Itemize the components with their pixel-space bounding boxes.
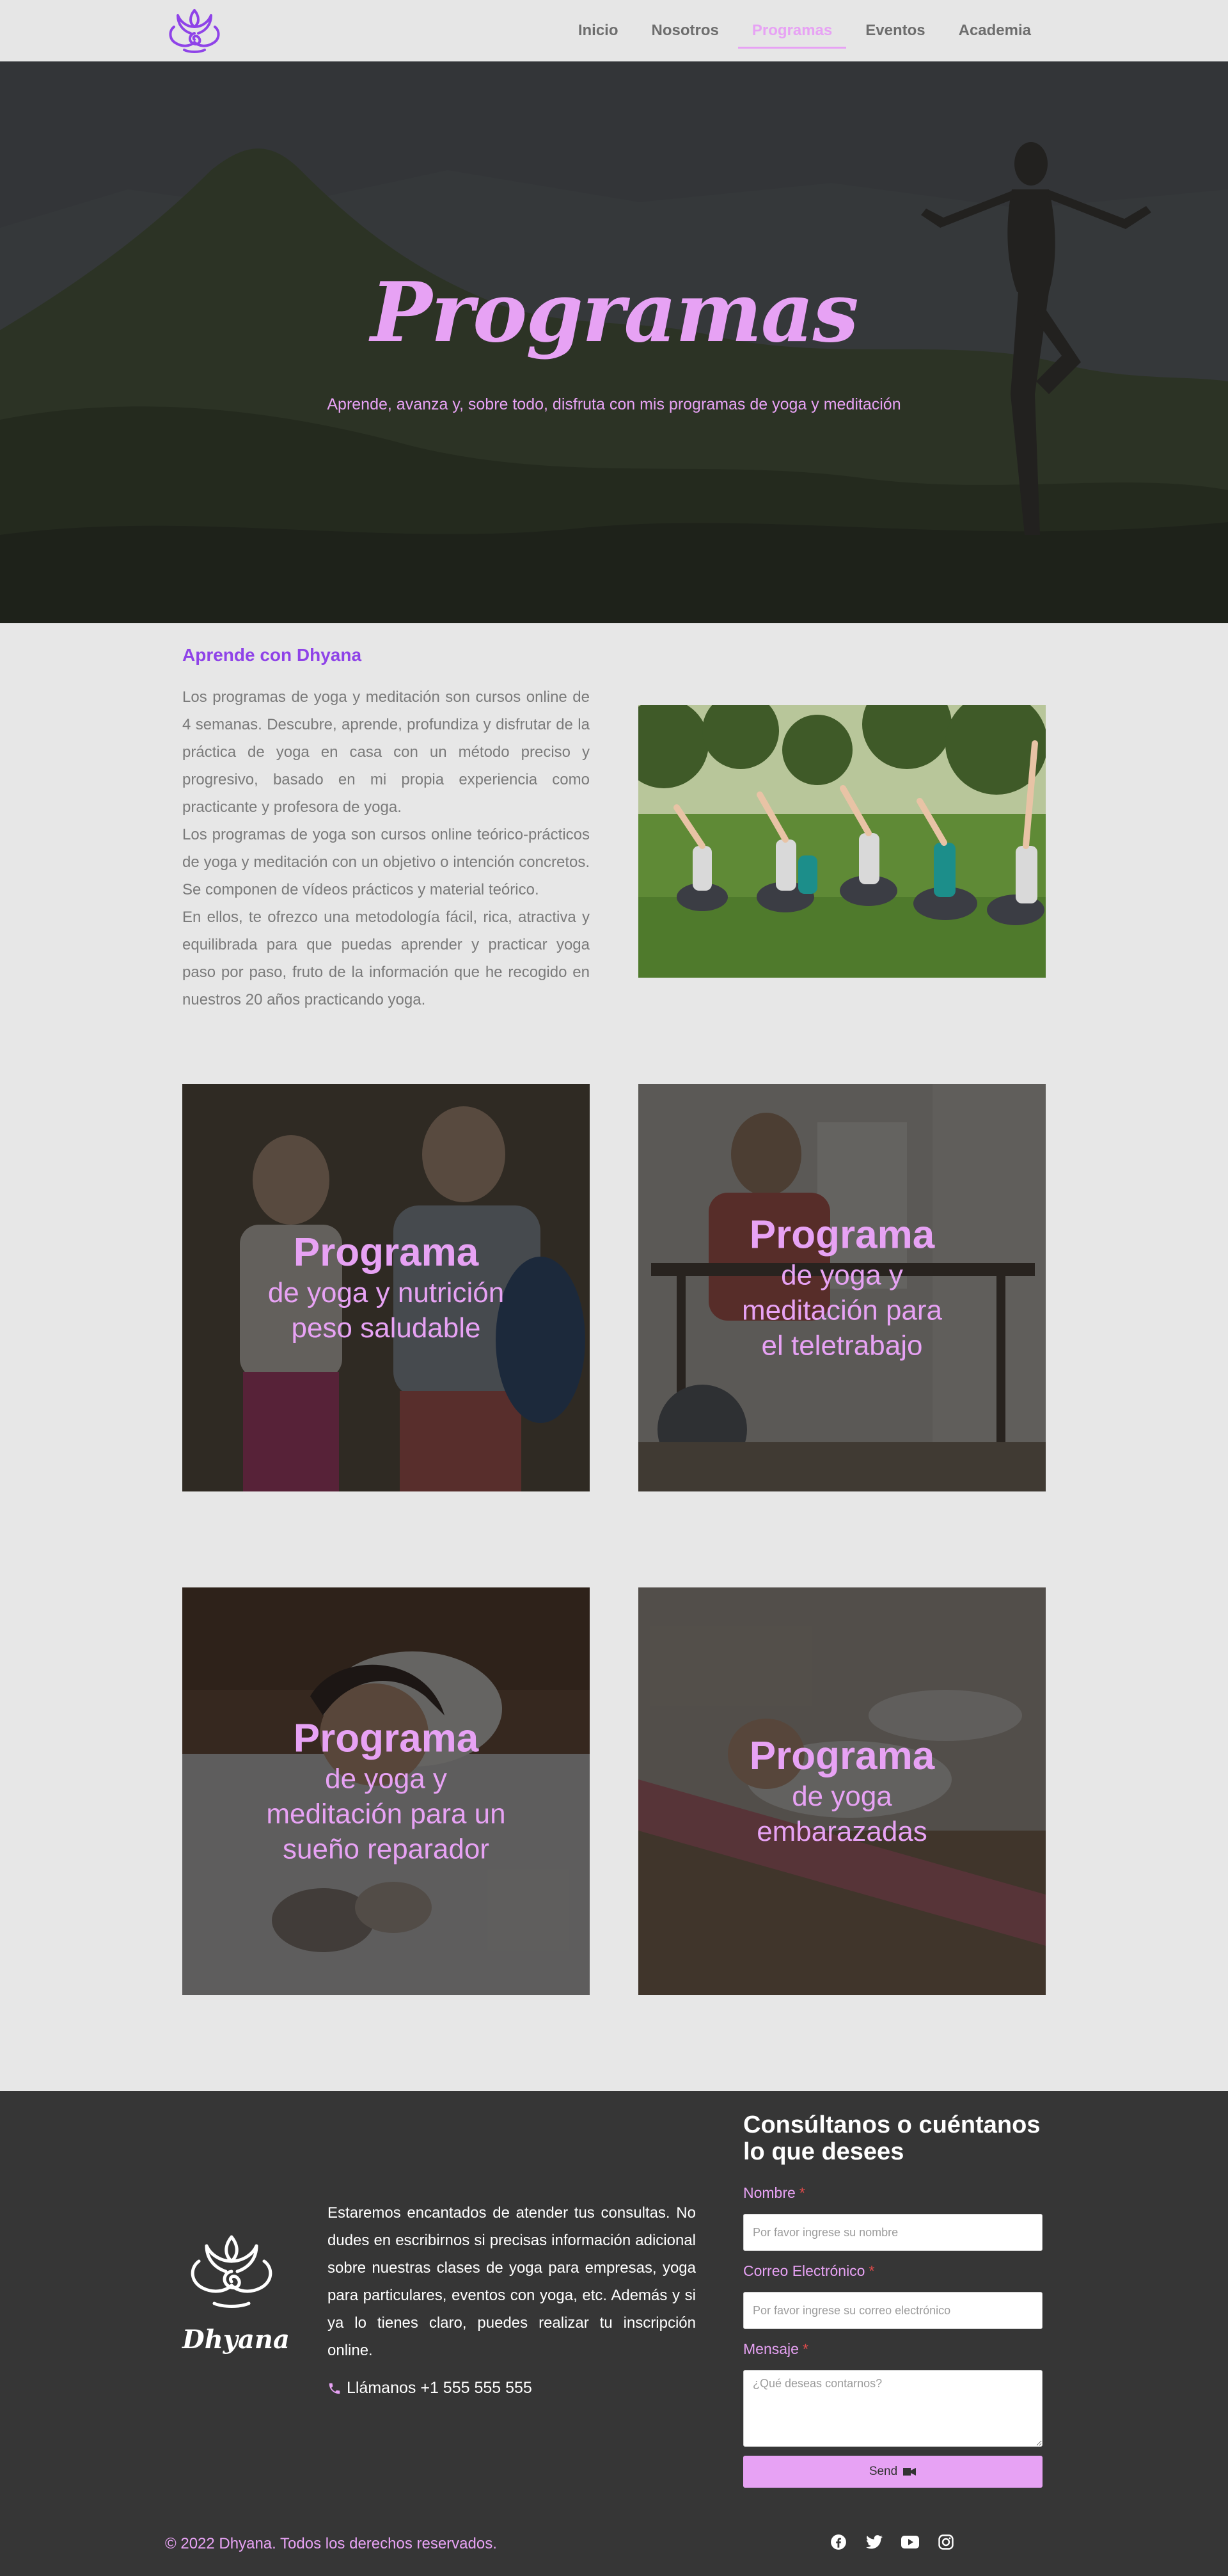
phone-icon [329,2383,340,2394]
intro-text: Los programas de yoga y meditación son c… [182,683,590,1014]
youtube-icon[interactable] [901,2532,920,2552]
menu-item-academia[interactable]: Academia [942,0,1048,61]
program-card-sueno[interactable]: Programa de yoga y meditación para un su… [182,1587,590,1995]
menu-item-eventos[interactable]: Eventos [849,0,941,61]
intro-paragraph: Los programas de yoga son cursos online … [182,826,590,898]
name-label: Nombre * [743,2184,805,2202]
lotus-logo-icon[interactable] [165,8,224,54]
card-subtitle: de yoga y meditación para un sueño repar… [266,1763,506,1864]
card-title: Programa [293,1716,479,1760]
required-mark: * [869,2262,875,2279]
menu-item-inicio[interactable]: Inicio [562,0,635,61]
email-label-text: Correo Electrónico [743,2262,865,2279]
hero-banner: Programas Aprende, avanza y, sobre todo,… [0,61,1228,623]
name-label-text: Nombre [743,2184,796,2201]
contact-form-title: Consúltanos o cuéntanos lo que desees [743,2111,1041,2165]
intro-heading: Aprende con Dhyana [182,645,362,665]
send-icon [903,2468,917,2476]
hero-title: Programas [370,265,858,361]
program-card-nutricion[interactable]: Programa de yoga y nutrición peso saluda… [182,1084,590,1491]
menu-item-nosotros[interactable]: Nosotros [635,0,736,61]
required-mark: * [799,2184,805,2201]
yoga-class-photo [638,705,1046,978]
card-caption: Programa de yoga y nutrición peso saluda… [182,1230,590,1346]
card-title: Programa [749,1733,935,1778]
card-subtitle: de yoga embarazadas [757,1780,927,1847]
footer-description: Estaremos encantados de atender tus cons… [327,2204,696,2359]
twitter-icon[interactable] [865,2532,884,2552]
footer-brand-name: Dhyana [182,2325,290,2355]
program-card-teletrabajo[interactable]: Programa de yoga y meditación para el te… [638,1084,1046,1491]
lotus-logo-icon [191,2235,272,2308]
message-label-text: Mensaje [743,2341,799,2357]
program-card-embarazadas[interactable]: Programa de yoga embarazadas [638,1587,1046,1995]
card-caption: Programa de yoga embarazadas [638,1734,1046,1849]
instagram-icon[interactable] [936,2532,956,2552]
send-label: Send [869,2465,898,2478]
phone-text: Llámanos +1 555 555 555 [347,2379,532,2397]
card-caption: Programa de yoga y meditación para el te… [638,1212,1046,1363]
main-menu: Inicio Nosotros Programas Eventos Academ… [562,0,1048,61]
email-field[interactable] [743,2292,1043,2329]
copyright-text: © 2022 Dhyana. Todos los derechos reserv… [165,2535,497,2552]
card-title: Programa [749,1212,935,1257]
card-subtitle: de yoga y nutrición peso saludable [267,1276,505,1344]
name-field[interactable] [743,2214,1043,2251]
dhyana-footer-logo: Dhyana [182,2233,290,2367]
card-title: Programa [293,1230,479,1275]
top-navbar: Inicio Nosotros Programas Eventos Academ… [0,0,1228,61]
message-label: Mensaje * [743,2341,808,2358]
intro-paragraph: En ellos, te ofrezco una metodología fác… [182,909,590,1008]
intro-paragraph: Los programas de yoga y meditación son c… [182,688,590,816]
hero-subtitle: Aprende, avanza y, sobre todo, disfruta … [327,395,901,413]
card-caption: Programa de yoga y meditación para un su… [182,1716,590,1866]
facebook-icon[interactable] [829,2532,848,2552]
send-button[interactable]: Send [743,2456,1043,2488]
social-links [829,2532,956,2552]
card-subtitle: de yoga y meditación para el teletrabajo [741,1259,943,1361]
required-mark: * [802,2341,808,2357]
email-label: Correo Electrónico * [743,2262,874,2280]
message-field[interactable] [743,2370,1043,2447]
phone-link[interactable]: Llámanos +1 555 555 555 [327,2379,532,2397]
menu-item-programas[interactable]: Programas [736,0,849,61]
